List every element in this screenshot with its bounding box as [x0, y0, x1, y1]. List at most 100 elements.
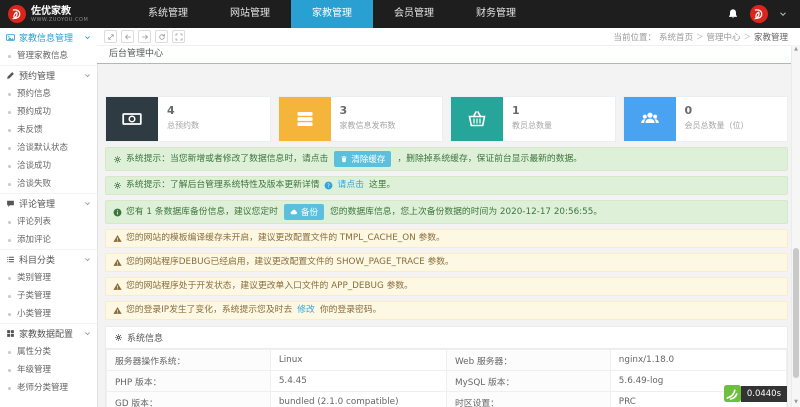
user-avatar[interactable]: [750, 5, 768, 23]
alert-list: 系统提示：当您新增或者修改了数据信息时，请点击清除缓存，删除掉系统缓存，保证前台…: [105, 147, 788, 320]
table-row: GD 版本：bundled (2.1.0 compatible)时区设置：PRC: [107, 392, 787, 407]
nav-item[interactable]: 会员管理: [373, 0, 455, 28]
sidebar-group-header[interactable]: 预约管理: [0, 66, 97, 85]
button-label: 清除缓存: [351, 153, 385, 165]
nav-item[interactable]: 财务管理: [455, 0, 537, 28]
info-label: Web 服务器：: [446, 350, 610, 371]
help-icon: ?: [324, 181, 333, 190]
backup-button[interactable]: 备份: [284, 204, 324, 220]
sidebar-item[interactable]: 洽谈失败: [0, 175, 97, 193]
clear-cache-button[interactable]: 清除缓存: [334, 151, 391, 167]
sidebar-item[interactable]: 预约信息: [0, 85, 97, 103]
utility-toolbar: 当前位置：系统首页＞管理中心＞家教管理: [97, 28, 800, 46]
gear-icon: [113, 181, 122, 190]
trace-badge: 0.0440s: [724, 385, 787, 402]
sidebar-item[interactable]: 未反馈: [0, 121, 97, 139]
basket-icon: [467, 109, 487, 129]
nav-item[interactable]: 家教管理: [291, 0, 373, 28]
sidebar-item[interactable]: 年级管理: [0, 361, 97, 379]
notification-bell-icon[interactable]: [727, 8, 739, 20]
nav-item[interactable]: 系统管理: [127, 0, 209, 28]
warning-icon: [113, 234, 122, 243]
alert-text: 您的登录IP发生了变化，系统提示您及时去: [126, 305, 292, 316]
alert-warning: 您的网站程序DEBUG已经启用，建议更改配置文件的 SHOW_PAGE_TRAC…: [105, 253, 788, 272]
sidebar-item[interactable]: 类别管理: [0, 269, 97, 287]
stat-card[interactable]: 3家教信息发布数: [278, 96, 444, 142]
alert-warning: 您的登录IP发生了变化，系统提示您及时去修改你的登录密码。: [105, 301, 788, 320]
vertical-scrollbar[interactable]: ▲ ▼: [791, 45, 800, 407]
alert-warning: 您的网站的模板编译缓存未开启，建议更改配置文件的 TMPL_CACHE_ON 参…: [105, 229, 788, 248]
sidebar-item[interactable]: 评论列表: [0, 213, 97, 231]
thinkphp-trace-icon[interactable]: [724, 385, 741, 402]
alert-success: 系统提示：当您新增或者修改了数据信息时，请点击清除缓存，删除掉系统缓存，保证前台…: [105, 147, 788, 171]
scroll-down-arrow-icon[interactable]: ▼: [792, 398, 800, 407]
user-menu-chevron-down-icon[interactable]: [779, 10, 787, 18]
brand[interactable]: 佐优家教 WWW.ZUOYOU.COM: [0, 5, 113, 23]
server-icon-box: [279, 97, 331, 141]
system-info-header: 系统信息: [106, 327, 787, 349]
sidebar-group: 科目分类类别管理子类管理小类管理: [0, 249, 97, 323]
sidebar-item[interactable]: 小类管理: [0, 305, 97, 323]
nav-item[interactable]: 网站管理: [209, 0, 291, 28]
sidebar-item[interactable]: 子类管理: [0, 287, 97, 305]
sidebar-item[interactable]: 预约成功: [0, 103, 97, 121]
list-icon: [6, 255, 15, 264]
money-icon-box: [106, 97, 158, 141]
alert-text: 这里。: [369, 180, 395, 191]
sidebar-group-header[interactable]: 家教数据配置: [0, 324, 97, 343]
warning-icon: [113, 306, 122, 315]
breadcrumb-separator: ＞: [743, 31, 751, 42]
stat-card[interactable]: 0会员总数量（位）: [623, 96, 789, 142]
sidebar-group: 家教数据配置属性分类年级管理老师分类管理: [0, 323, 97, 397]
expand-icon: [175, 33, 183, 41]
alert-text: ，删除掉系统缓存，保证前台显示最新的数据。: [397, 154, 582, 165]
info-icon: [113, 208, 122, 217]
warning-icon: [113, 282, 122, 291]
sidebar-item[interactable]: 洽谈默认状态: [0, 139, 97, 157]
system-info-panel: 系统信息 服务器操作系统：LinuxWeb 服务器：nginx/1.18.0PH…: [105, 326, 788, 407]
stat-card-body: 3家教信息发布数: [331, 97, 405, 141]
users-icon: [640, 109, 660, 129]
sidebar-group-header[interactable]: 科目分类: [0, 250, 97, 269]
users-icon-box: [624, 97, 676, 141]
scroll-up-arrow-icon[interactable]: ▲: [792, 45, 800, 54]
sidebar-item[interactable]: 添加评论: [0, 231, 97, 249]
stat-label: 家教信息发布数: [340, 120, 396, 131]
arrow-left-button[interactable]: [121, 30, 134, 43]
arrow-right-icon: [141, 33, 149, 41]
sidebar-item[interactable]: 洽谈成功: [0, 157, 97, 175]
info-value: bundled (2.1.0 compatible): [270, 392, 446, 407]
refresh-button[interactable]: [155, 30, 168, 43]
expand-button[interactable]: [172, 30, 185, 43]
sidebar-item[interactable]: 管理家教信息: [0, 47, 97, 65]
tab-dashboard[interactable]: 后台管理中心: [97, 46, 175, 62]
sidebar-group-label: 家教信息管理: [19, 31, 73, 44]
money-icon: [122, 109, 142, 129]
scrollbar-thumb[interactable]: [793, 248, 799, 378]
stat-card[interactable]: 1教员总数量: [450, 96, 616, 142]
sidebar-item[interactable]: 属性分类: [0, 343, 97, 361]
sidebar-group-header[interactable]: 家教信息管理: [0, 28, 97, 47]
alert-text: 您有 1 条数据库备份信息，建议您定时: [126, 207, 278, 218]
breadcrumb-item[interactable]: 管理中心: [706, 31, 740, 43]
collapse-button[interactable]: [104, 30, 117, 43]
stat-card[interactable]: 4总预约数: [105, 96, 271, 142]
trash-icon: [340, 155, 348, 163]
breadcrumb-item[interactable]: 家教管理: [754, 31, 788, 43]
collapse-icon: [107, 33, 115, 41]
breadcrumb-item[interactable]: 系统首页: [659, 31, 693, 43]
pencil-icon: [6, 71, 15, 80]
info-value: nginx/1.18.0: [610, 350, 786, 371]
sidebar-group-header[interactable]: 评论管理: [0, 194, 97, 213]
arrow-right-button[interactable]: [138, 30, 151, 43]
sidebar: 家教信息管理管理家教信息预约管理预约信息预约成功未反馈洽谈默认状态洽谈成功洽谈失…: [0, 28, 98, 407]
stat-label: 教员总数量: [512, 120, 552, 131]
stat-label: 总预约数: [167, 120, 199, 131]
alert-link[interactable]: 请点击: [338, 180, 364, 191]
photo-icon: [6, 33, 15, 42]
sidebar-item[interactable]: 老师分类管理: [0, 379, 97, 397]
alert-link[interactable]: 修改: [297, 305, 315, 316]
alert-text: 您的网站的模板编译缓存未开启，建议更改配置文件的 TMPL_CACHE_ON 参…: [126, 233, 445, 244]
gear-icon: [114, 333, 123, 342]
topnav-right: [727, 5, 800, 23]
